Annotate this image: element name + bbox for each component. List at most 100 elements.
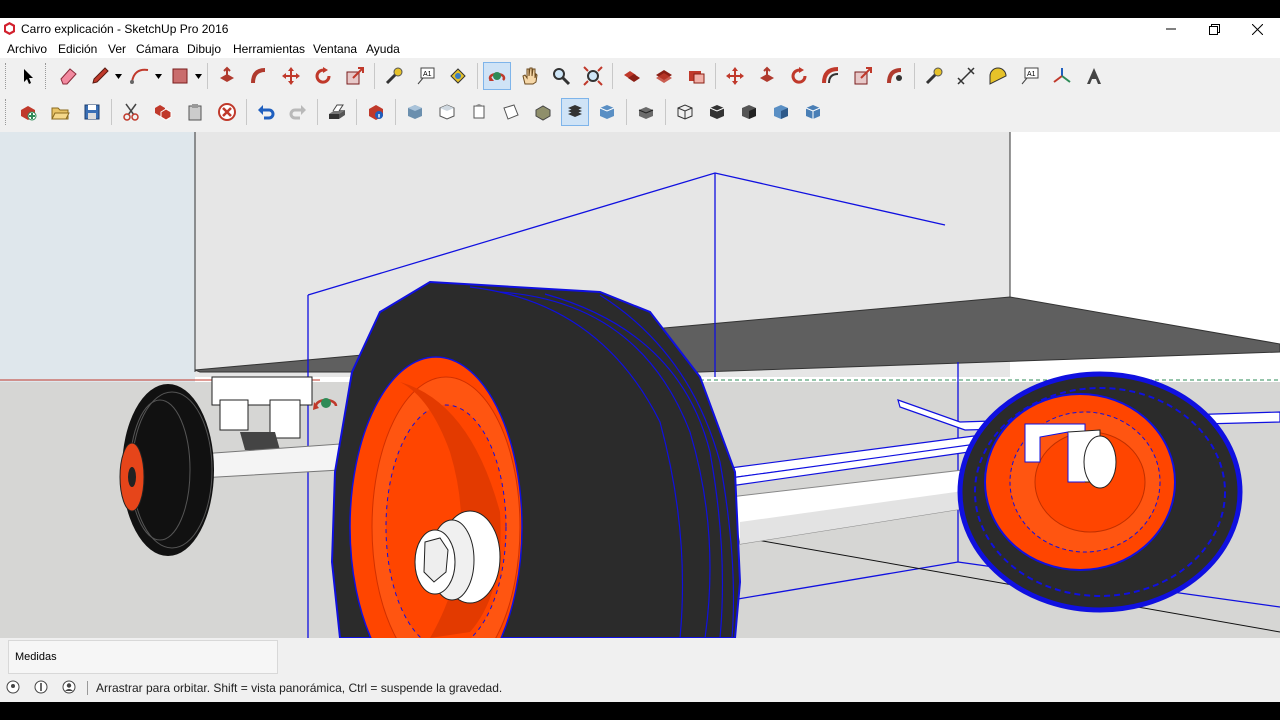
move-icon[interactable] <box>721 62 749 90</box>
xray-icon[interactable] <box>632 98 660 126</box>
toolbar-separator <box>715 63 716 89</box>
wireframe-icon[interactable] <box>671 98 699 126</box>
sketchup-logo-icon <box>4 22 15 35</box>
toolbar-row-1: A1 A1 <box>4 60 1110 92</box>
back-view-icon[interactable] <box>529 98 557 126</box>
measurements-box[interactable]: Medidas <box>8 640 278 674</box>
split-icon[interactable] <box>682 62 710 90</box>
credits-icon[interactable] <box>34 680 48 694</box>
left-view-icon[interactable] <box>561 98 589 126</box>
app-window: Carro explicación - SketchUp Pro 2016 Ar… <box>0 18 1280 702</box>
orbit-icon[interactable] <box>483 62 511 90</box>
menu-ver[interactable]: Ver <box>108 42 126 56</box>
shaded-textures-icon[interactable] <box>767 98 795 126</box>
zoom-icon[interactable] <box>547 62 575 90</box>
menu-ventana[interactable]: Ventana <box>313 42 357 56</box>
toolbar-row-2 <box>4 96 829 128</box>
chevron-down-icon[interactable] <box>154 62 162 90</box>
scale-icon[interactable] <box>341 62 369 90</box>
hidden-line-icon[interactable] <box>703 98 731 126</box>
status-divider <box>87 681 88 695</box>
text-icon[interactable]: A1 <box>412 62 440 90</box>
model-viewport[interactable] <box>0 132 1280 638</box>
user-icon[interactable] <box>62 680 76 694</box>
pencil-line-icon[interactable] <box>86 62 114 90</box>
3d-text-icon[interactable] <box>1080 62 1108 90</box>
union-icon[interactable] <box>618 62 646 90</box>
menu-ayuda[interactable]: Ayuda <box>366 42 400 56</box>
shaded-icon[interactable] <box>735 98 763 126</box>
cut-icon[interactable] <box>117 98 145 126</box>
toolbar-separator <box>477 63 478 89</box>
redo-icon[interactable] <box>284 98 312 126</box>
print-icon[interactable] <box>323 98 351 126</box>
text-icon[interactable]: A1 <box>1016 62 1044 90</box>
monochrome-icon[interactable] <box>799 98 827 126</box>
move-icon[interactable] <box>277 62 305 90</box>
new-icon[interactable] <box>14 98 42 126</box>
right-wheel <box>957 371 1243 613</box>
chevron-down-icon[interactable] <box>114 62 122 90</box>
status-bar: Arrastrar para orbitar. Shift = vista pa… <box>0 678 1280 700</box>
geo-location-icon[interactable] <box>6 680 20 694</box>
push-pull-icon[interactable] <box>753 62 781 90</box>
dimension-icon[interactable] <box>952 62 980 90</box>
toolbar-separator <box>626 99 627 125</box>
paste-icon[interactable] <box>181 98 209 126</box>
axes-icon[interactable] <box>1048 62 1076 90</box>
arc-icon[interactable] <box>126 62 154 90</box>
chevron-down-icon[interactable] <box>194 62 202 90</box>
status-text: Arrastrar para orbitar. Shift = vista pa… <box>96 681 503 695</box>
menu-edicion[interactable]: Edición <box>58 42 97 56</box>
front-view-icon[interactable] <box>465 98 493 126</box>
toolbar-separator <box>665 99 666 125</box>
open-icon[interactable] <box>46 98 74 126</box>
close-button[interactable] <box>1235 18 1279 40</box>
save-icon[interactable] <box>78 98 106 126</box>
copy-icon[interactable] <box>149 98 177 126</box>
toolbar-separator <box>317 99 318 125</box>
menu-bar: Archivo Edición Ver Cámara Dibujo Herram… <box>0 40 1280 58</box>
toolbar-grip[interactable] <box>5 63 9 89</box>
toolbar-separator <box>395 99 396 125</box>
iso-view-icon[interactable] <box>401 98 429 126</box>
rectangle-icon[interactable] <box>166 62 194 90</box>
menu-dibujo[interactable]: Dibujo <box>187 42 221 56</box>
toolbar-separator <box>356 99 357 125</box>
select-icon[interactable] <box>14 62 42 90</box>
toolbar-separator <box>111 99 112 125</box>
follow-me-icon[interactable] <box>245 62 273 90</box>
minimize-button[interactable] <box>1149 18 1193 40</box>
tape-measure-icon[interactable] <box>920 62 948 90</box>
zoom-extents-icon[interactable] <box>579 62 607 90</box>
rotate-icon[interactable] <box>785 62 813 90</box>
restore-button[interactable] <box>1192 18 1236 40</box>
undo-icon[interactable] <box>252 98 280 126</box>
offset-icon[interactable] <box>817 62 845 90</box>
right-view-icon[interactable] <box>497 98 525 126</box>
bottom-view-icon[interactable] <box>593 98 621 126</box>
menu-herramientas[interactable]: Herramientas <box>233 42 305 56</box>
eraser-icon[interactable] <box>54 62 82 90</box>
menu-camara[interactable]: Cámara <box>136 42 179 56</box>
toolbar-separator <box>374 63 375 89</box>
title-bar: Carro explicación - SketchUp Pro 2016 <box>0 18 1280 40</box>
tape-measure-icon[interactable] <box>380 62 408 90</box>
rotate-icon[interactable] <box>309 62 337 90</box>
push-pull-icon[interactable] <box>213 62 241 90</box>
paint-bucket-icon[interactable] <box>444 62 472 90</box>
follow-me-icon[interactable] <box>881 62 909 90</box>
scale-icon[interactable] <box>849 62 877 90</box>
pan-icon[interactable] <box>515 62 543 90</box>
toolbar-grip <box>5 99 9 125</box>
measurements-label: Medidas <box>15 651 57 663</box>
delete-icon[interactable] <box>213 98 241 126</box>
toolbar-separator <box>246 99 247 125</box>
toolbar-separator <box>207 63 208 89</box>
protractor-icon[interactable] <box>984 62 1012 90</box>
model-info-icon[interactable] <box>362 98 390 126</box>
intersect-icon[interactable] <box>650 62 678 90</box>
menu-archivo[interactable]: Archivo <box>7 42 47 56</box>
top-view-icon[interactable] <box>433 98 461 126</box>
svg-text:A1: A1 <box>1027 71 1036 78</box>
